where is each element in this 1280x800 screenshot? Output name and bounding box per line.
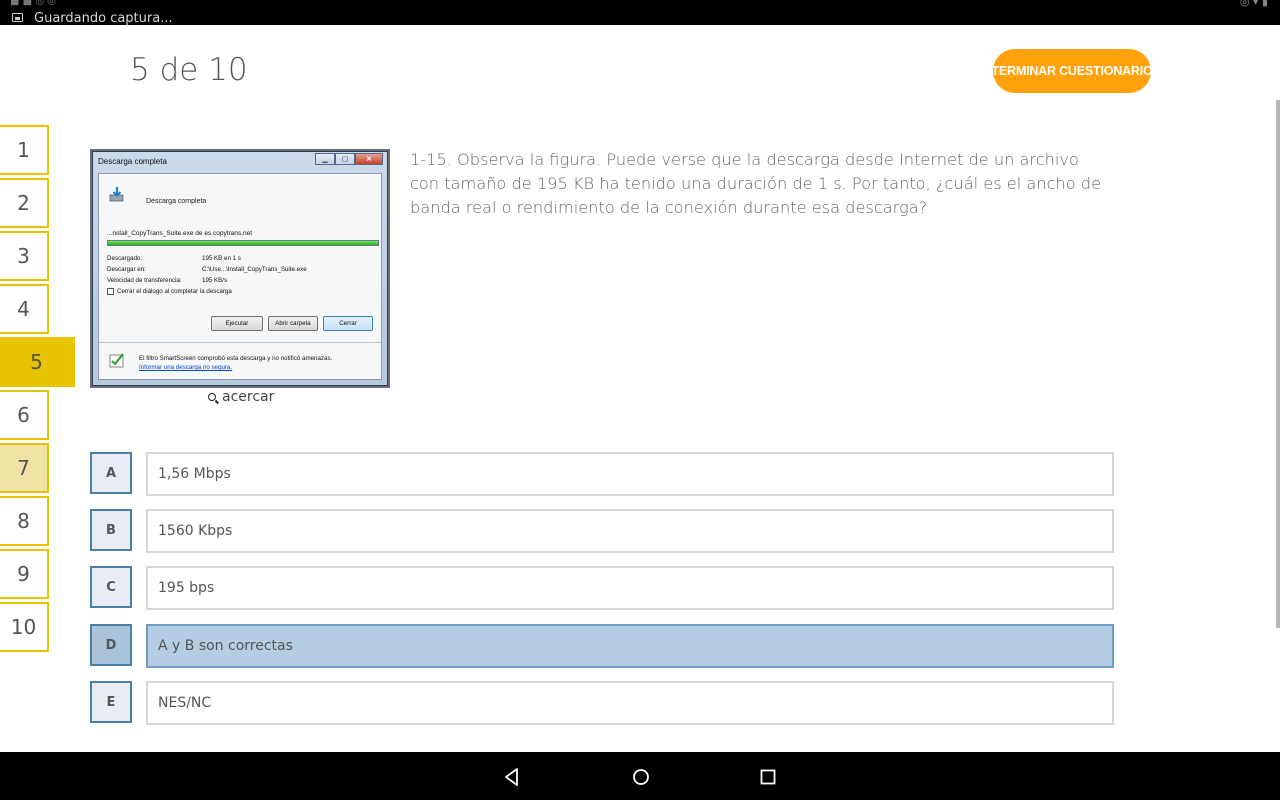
status-bar: ■ ■ ◎ ◎ ◎ ▾ ▮ Guardando captura... — [0, 0, 1280, 26]
progress-fill — [108, 241, 378, 245]
system-status-icons: ◎ ▾ ▮ — [1239, 0, 1268, 8]
question-nav-label: 5 — [30, 350, 43, 374]
recents-icon[interactable] — [756, 765, 780, 789]
question-nav-item-2[interactable]: 2 — [0, 178, 49, 228]
checkbox-label: Cerrar el diálogo al completar la descar… — [117, 288, 232, 295]
question-nav-label: 1 — [17, 138, 30, 162]
question-nav-item-4[interactable]: 4 — [0, 284, 49, 334]
finish-quiz-button[interactable]: TERMINAR CUESTIONARIO — [991, 49, 1153, 93]
question-nav-label: 4 — [17, 297, 30, 321]
question-nav-item-8[interactable]: 8 — [0, 496, 49, 546]
option-letter[interactable]: D — [90, 624, 132, 666]
open-folder-button: Abrir carpeta — [268, 316, 318, 331]
smartscreen-link: Informar una descarga no segura. — [139, 364, 233, 371]
download-dialog-image: Descarga completa ▁ ▢ ✕ Descarga complet… — [92, 151, 388, 386]
info-row: Descargado: 195 KB en 1 s — [107, 253, 307, 264]
option-letter[interactable]: E — [90, 681, 132, 723]
zoom-link[interactable]: acercar — [208, 389, 274, 405]
navigation-bar — [0, 752, 1280, 800]
dialog-buttons: Ejecutar Abrir carpeta Cerrar — [211, 316, 373, 331]
option-b[interactable]: B 1560 Kbps — [90, 509, 1114, 553]
info-key: Descargado: — [107, 255, 143, 262]
question-nav-label: 6 — [17, 403, 30, 427]
question-nav-item-1[interactable]: 1 — [0, 125, 49, 175]
dialog-body: Descarga completa ...nstall_CopyTrans_Su… — [98, 173, 382, 380]
option-e[interactable]: E NES/NC — [90, 681, 1114, 725]
question-nav-item-3[interactable]: 3 — [0, 231, 49, 281]
file-name: ...nstall_CopyTrans_Suite.exe de es.copy… — [107, 230, 253, 237]
info-value: C:\Use...\Install_CopyTrans_Suite.exe — [202, 266, 307, 273]
question-figure[interactable]: Descarga completa ▁ ▢ ✕ Descarga complet… — [90, 149, 390, 388]
option-d[interactable]: D A y B son correctas — [90, 624, 1114, 668]
question-nav-label: 7 — [17, 456, 30, 480]
question-nav-label: 10 — [10, 615, 37, 639]
search-icon — [208, 393, 216, 401]
run-button: Ejecutar — [211, 316, 263, 331]
question-nav-item-6[interactable]: 6 — [0, 390, 49, 440]
option-letter[interactable]: B — [90, 509, 132, 551]
checkbox-box — [107, 288, 114, 295]
maximize-icon: ▢ — [335, 153, 355, 165]
option-text[interactable]: 1,56 Mbps — [146, 452, 1114, 496]
option-c[interactable]: C 195 bps — [90, 566, 1114, 610]
download-info: Descargado: 195 KB en 1 s Descargar en: C:\… — [107, 253, 307, 286]
option-text[interactable]: 195 bps — [146, 566, 1114, 610]
info-value: 195 KB/s — [202, 277, 228, 284]
close-on-complete-checkbox: Cerrar el diálogo al completar la descar… — [107, 288, 232, 295]
question-nav-label: 3 — [17, 244, 30, 268]
info-key: Descargar en: — [107, 266, 146, 273]
question-counter: 5 de 10 — [130, 52, 248, 88]
screenshot-icon — [12, 13, 23, 22]
status-notification: Guardando captura... — [34, 11, 173, 26]
option-text[interactable]: 1560 Kbps — [146, 509, 1114, 553]
status-icons-left: ■ ■ ◎ ◎ — [10, 0, 56, 7]
question-nav-item-7[interactable]: 7 — [0, 443, 49, 493]
scrollbar[interactable] — [1276, 100, 1280, 628]
home-icon[interactable] — [629, 765, 653, 789]
download-icon — [109, 187, 124, 202]
info-key: Velocidad de transferencia: — [107, 277, 182, 284]
back-icon[interactable] — [500, 765, 524, 789]
option-text[interactable]: NES/NC — [146, 681, 1114, 725]
question-nav-item-10[interactable]: 10 — [0, 602, 49, 652]
dialog-heading: Descarga completa — [146, 198, 207, 205]
question-text: 1-15. Observa la figura. Puede verse que… — [410, 150, 1102, 217]
divider — [99, 342, 381, 343]
option-letter[interactable]: C — [90, 566, 132, 608]
option-text[interactable]: A y B son correctas — [146, 624, 1114, 668]
info-row: Velocidad de transferencia: 195 KB/s — [107, 275, 307, 286]
smartscreen-icon — [109, 353, 124, 368]
option-letter[interactable]: A — [90, 452, 132, 494]
question-nav-label: 8 — [17, 509, 30, 533]
close-icon: ✕ — [355, 153, 383, 165]
zoom-label: acercar — [222, 389, 275, 405]
window-controls: ▁ ▢ ✕ — [315, 153, 383, 165]
option-a[interactable]: A 1,56 Mbps — [90, 452, 1114, 496]
smartscreen-message: El filtro SmartScreen comprobó esta desc… — [139, 354, 332, 372]
download-progress — [107, 240, 379, 246]
info-value: 195 KB en 1 s — [202, 255, 241, 262]
smartscreen-text: El filtro SmartScreen comprobó esta desc… — [139, 355, 333, 362]
question-nav-label: 2 — [17, 191, 30, 215]
question-nav-label: 9 — [17, 562, 30, 586]
dialog-title: Descarga completa — [98, 157, 167, 166]
close-button: Cerrar — [323, 316, 373, 331]
minimize-icon: ▁ — [315, 153, 335, 165]
question-nav-item-9[interactable]: 9 — [0, 549, 49, 599]
info-row: Descargar en: C:\Use...\Install_CopyTrans… — [107, 264, 307, 275]
question-nav-item-5[interactable]: 5 — [0, 337, 75, 387]
